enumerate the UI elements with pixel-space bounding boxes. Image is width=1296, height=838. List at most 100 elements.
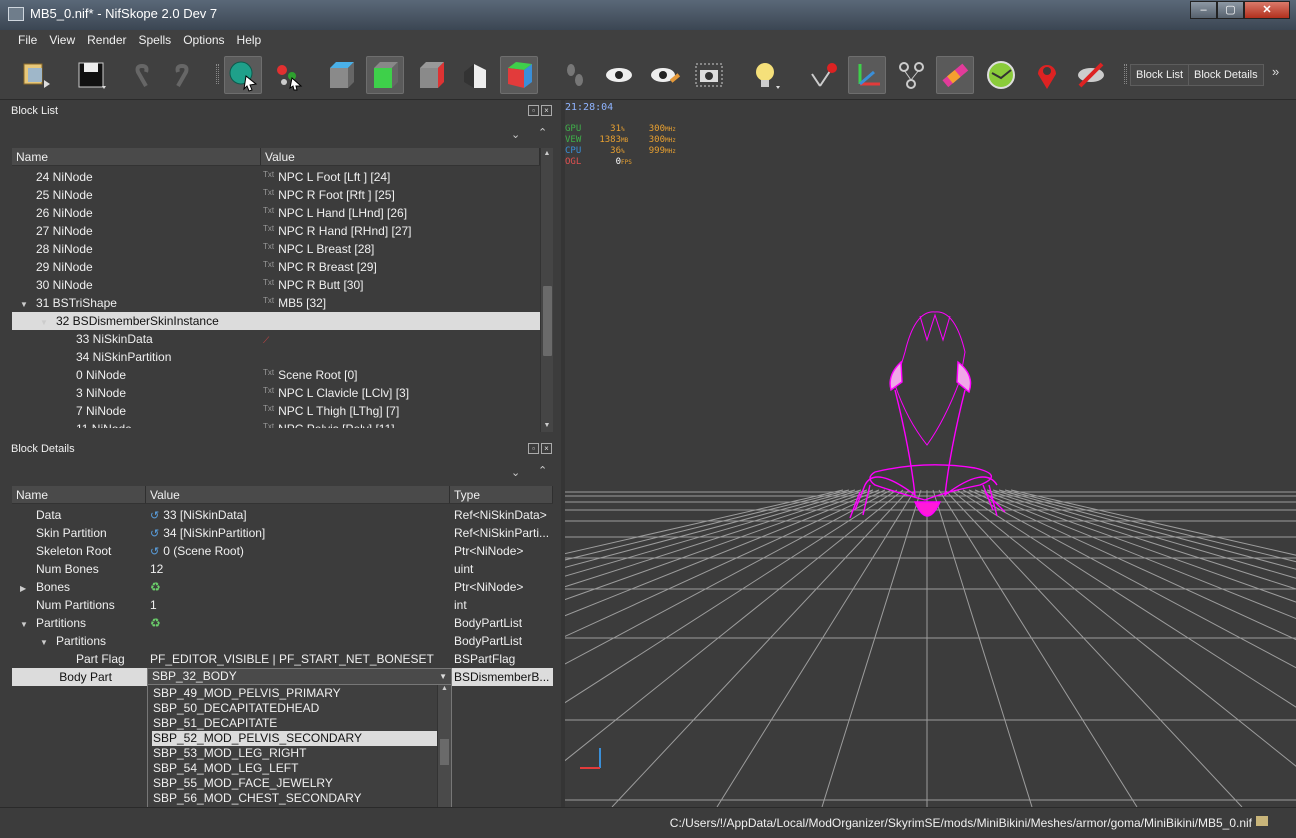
- body-part-combobox[interactable]: SBP_32_BODY ▼: [147, 668, 452, 685]
- block-list-row[interactable]: 29 NiNode Txt NPC R Breast [29]: [12, 258, 540, 276]
- dropdown-option[interactable]: SBP_52_MOD_PELVIS_SECONDARY: [152, 731, 438, 746]
- menu-view[interactable]: View: [43, 30, 81, 50]
- close-panel-icon[interactable]: ×: [541, 443, 552, 454]
- block-details-row[interactable]: Skeleton Root ↺ 0 (Scene Root) Ptr<NiNode>: [12, 542, 553, 560]
- block-list-row[interactable]: 27 NiNode Txt NPC R Hand [RHnd] [27]: [12, 222, 540, 240]
- scroll-down-icon[interactable]: ▼: [541, 420, 553, 432]
- block-details-row[interactable]: ▶ Bones ♻ Ptr<NiNode>: [12, 578, 553, 596]
- dropdown-option[interactable]: SBP_54_MOD_LEG_LEFT: [152, 761, 438, 776]
- column-value[interactable]: Value: [146, 486, 450, 503]
- block-details-row[interactable]: ▼ Partitions ♻ BodyPartList: [12, 614, 553, 632]
- view-top-button[interactable]: [322, 56, 360, 94]
- show-normals-button[interactable]: [982, 56, 1020, 94]
- block-list-row[interactable]: 0 NiNode Txt Scene Root [0]: [12, 366, 540, 384]
- block-list-row[interactable]: 7 NiNode Txt NPC L Thigh [LThg] [7]: [12, 402, 540, 420]
- minimize-button[interactable]: –: [1190, 1, 1217, 19]
- hide-overlay-button[interactable]: [1072, 56, 1110, 94]
- block-details-row[interactable]: Skin Partition ↺ 34 [NiSkinPartition] Ref<N…: [12, 524, 553, 542]
- array-update-icon[interactable]: ♻: [150, 614, 161, 632]
- scroll-up-icon[interactable]: ▲: [541, 148, 553, 160]
- show-skeleton-button[interactable]: [892, 56, 930, 94]
- detail-value-cell[interactable]: ↺ 33 [NiSkinData]: [146, 506, 450, 524]
- dropdown-option[interactable]: SBP_56_MOD_CHEST_SECONDARY: [152, 791, 438, 806]
- detail-value-cell[interactable]: [146, 632, 450, 650]
- dropdown-option[interactable]: SBP_53_MOD_LEG_RIGHT: [152, 746, 438, 761]
- select-vertex-button[interactable]: [270, 56, 308, 94]
- collapse-down-icon[interactable]: ⌄: [511, 466, 520, 479]
- menu-help[interactable]: Help: [231, 30, 268, 50]
- detail-value-cell[interactable]: 12: [146, 560, 450, 578]
- detail-value-cell[interactable]: 1: [146, 596, 450, 614]
- collapse-arrow-icon[interactable]: ▶: [20, 580, 30, 596]
- block-list-row[interactable]: 11 NiNode TxtNPC Pelvis [Pelv] [11]: [12, 420, 540, 428]
- expand-arrow-icon[interactable]: ▼: [20, 616, 30, 632]
- float-panel-icon[interactable]: ▫: [528, 443, 539, 454]
- detail-value-cell[interactable]: PF_EDITOR_VISIBLE | PF_START_NET_BONESET: [146, 650, 450, 668]
- menu-options[interactable]: Options: [177, 30, 230, 50]
- show-constraints-button[interactable]: [804, 56, 842, 94]
- block-details-toggle[interactable]: Block Details: [1188, 64, 1264, 86]
- walk-mode-button[interactable]: [556, 56, 594, 94]
- chevron-down-icon[interactable]: ▼: [439, 669, 447, 684]
- column-value[interactable]: Value: [261, 148, 540, 165]
- block-details-row[interactable]: ▼ Partitions BodyPartList: [12, 632, 553, 650]
- load-button[interactable]: [16, 56, 54, 94]
- collapse-up-icon[interactable]: ⌃: [538, 464, 547, 477]
- detail-value-cell[interactable]: ♻: [146, 578, 450, 596]
- detail-value-cell[interactable]: ♻: [146, 614, 450, 632]
- screenshot-button[interactable]: [690, 56, 728, 94]
- menu-render[interactable]: Render: [81, 30, 132, 50]
- block-list-row[interactable]: 33 NiSkinData ⟋: [12, 330, 540, 348]
- dropdown-option[interactable]: SBP_55_MOD_FACE_JEWELRY: [152, 776, 438, 791]
- show-markers-button[interactable]: [1028, 56, 1066, 94]
- block-details-row[interactable]: Part Flag PF_EDITOR_VISIBLE | PF_START_NE…: [12, 650, 553, 668]
- redo-button[interactable]: [164, 56, 202, 94]
- show-nodes-button[interactable]: [646, 56, 684, 94]
- view-side-button[interactable]: [412, 56, 450, 94]
- show-vertex-colors-button[interactable]: [936, 56, 974, 94]
- dropdown-scroll-thumb[interactable]: [440, 739, 449, 765]
- block-details-row[interactable]: Num Partitions 1 int: [12, 596, 553, 614]
- block-list-row[interactable]: 26 NiNode Txt NPC L Hand [LHnd] [26]: [12, 204, 540, 222]
- block-list-row[interactable]: 34 NiSkinPartition: [12, 348, 540, 366]
- column-type[interactable]: Type: [450, 486, 553, 503]
- column-name[interactable]: Name: [12, 486, 146, 503]
- show-hidden-button[interactable]: [600, 56, 638, 94]
- show-axes-button[interactable]: [848, 56, 886, 94]
- scroll-up-icon[interactable]: ▲: [438, 685, 451, 697]
- expand-arrow-icon[interactable]: ▼: [40, 314, 50, 330]
- dropdown-option[interactable]: SBP_50_DECAPITATEDHEAD: [152, 701, 438, 716]
- block-list-row[interactable]: 28 NiNode Txt NPC L Breast [28]: [12, 240, 540, 258]
- collapse-down-icon[interactable]: ⌄: [511, 128, 520, 141]
- block-list-row[interactable]: 3 NiNode Txt NPC L Clavicle [LClv] [3]: [12, 384, 540, 402]
- dropdown-option[interactable]: SBP_51_DECAPITATE: [152, 716, 438, 731]
- expand-arrow-icon[interactable]: ▼: [20, 296, 30, 312]
- float-panel-icon[interactable]: ▫: [528, 105, 539, 116]
- block-list-row[interactable]: 24 NiNode Txt NPC L Foot [Lft ] [24]: [12, 168, 540, 186]
- block-list-row[interactable]: ▼ 31 BSTriShape Txt MB5 [32]: [12, 294, 540, 312]
- view-front-button[interactable]: [366, 56, 404, 94]
- block-details-row[interactable]: Data ↺ 33 [NiSkinData] Ref<NiSkinData>: [12, 506, 553, 524]
- toolbar-overflow-button[interactable]: »: [1272, 64, 1279, 79]
- toolbar-grip-2[interactable]: [1124, 64, 1127, 84]
- menu-file[interactable]: File: [12, 30, 43, 50]
- close-panel-icon[interactable]: ×: [541, 105, 552, 116]
- close-button[interactable]: ✕: [1244, 1, 1290, 19]
- block-list-row[interactable]: 30 NiNode Txt NPC R Butt [30]: [12, 276, 540, 294]
- expand-arrow-icon[interactable]: ▼: [40, 634, 50, 650]
- maximize-button[interactable]: ▢: [1217, 1, 1244, 19]
- lighting-button[interactable]: [746, 56, 784, 94]
- detail-value-cell[interactable]: ↺ 0 (Scene Root): [146, 542, 450, 560]
- scroll-thumb[interactable]: [543, 286, 552, 356]
- block-list-toggle[interactable]: Block List: [1130, 64, 1190, 86]
- collapse-up-icon[interactable]: ⌃: [538, 126, 547, 139]
- detail-value-cell[interactable]: ↺ 34 [NiSkinPartition]: [146, 524, 450, 542]
- dropdown-option[interactable]: SBP_49_MOD_PELVIS_PRIMARY: [152, 686, 438, 701]
- select-object-button[interactable]: [224, 56, 262, 94]
- array-update-icon[interactable]: ♻: [150, 578, 161, 596]
- save-button[interactable]: [72, 56, 110, 94]
- column-name[interactable]: Name: [12, 148, 261, 165]
- block-list-scrollbar[interactable]: ▲ ▼: [540, 148, 553, 432]
- block-list-row[interactable]: ▼ 32 BSDismemberSkinInstance: [12, 312, 540, 330]
- block-list-row[interactable]: 25 NiNode Txt NPC R Foot [Rft ] [25]: [12, 186, 540, 204]
